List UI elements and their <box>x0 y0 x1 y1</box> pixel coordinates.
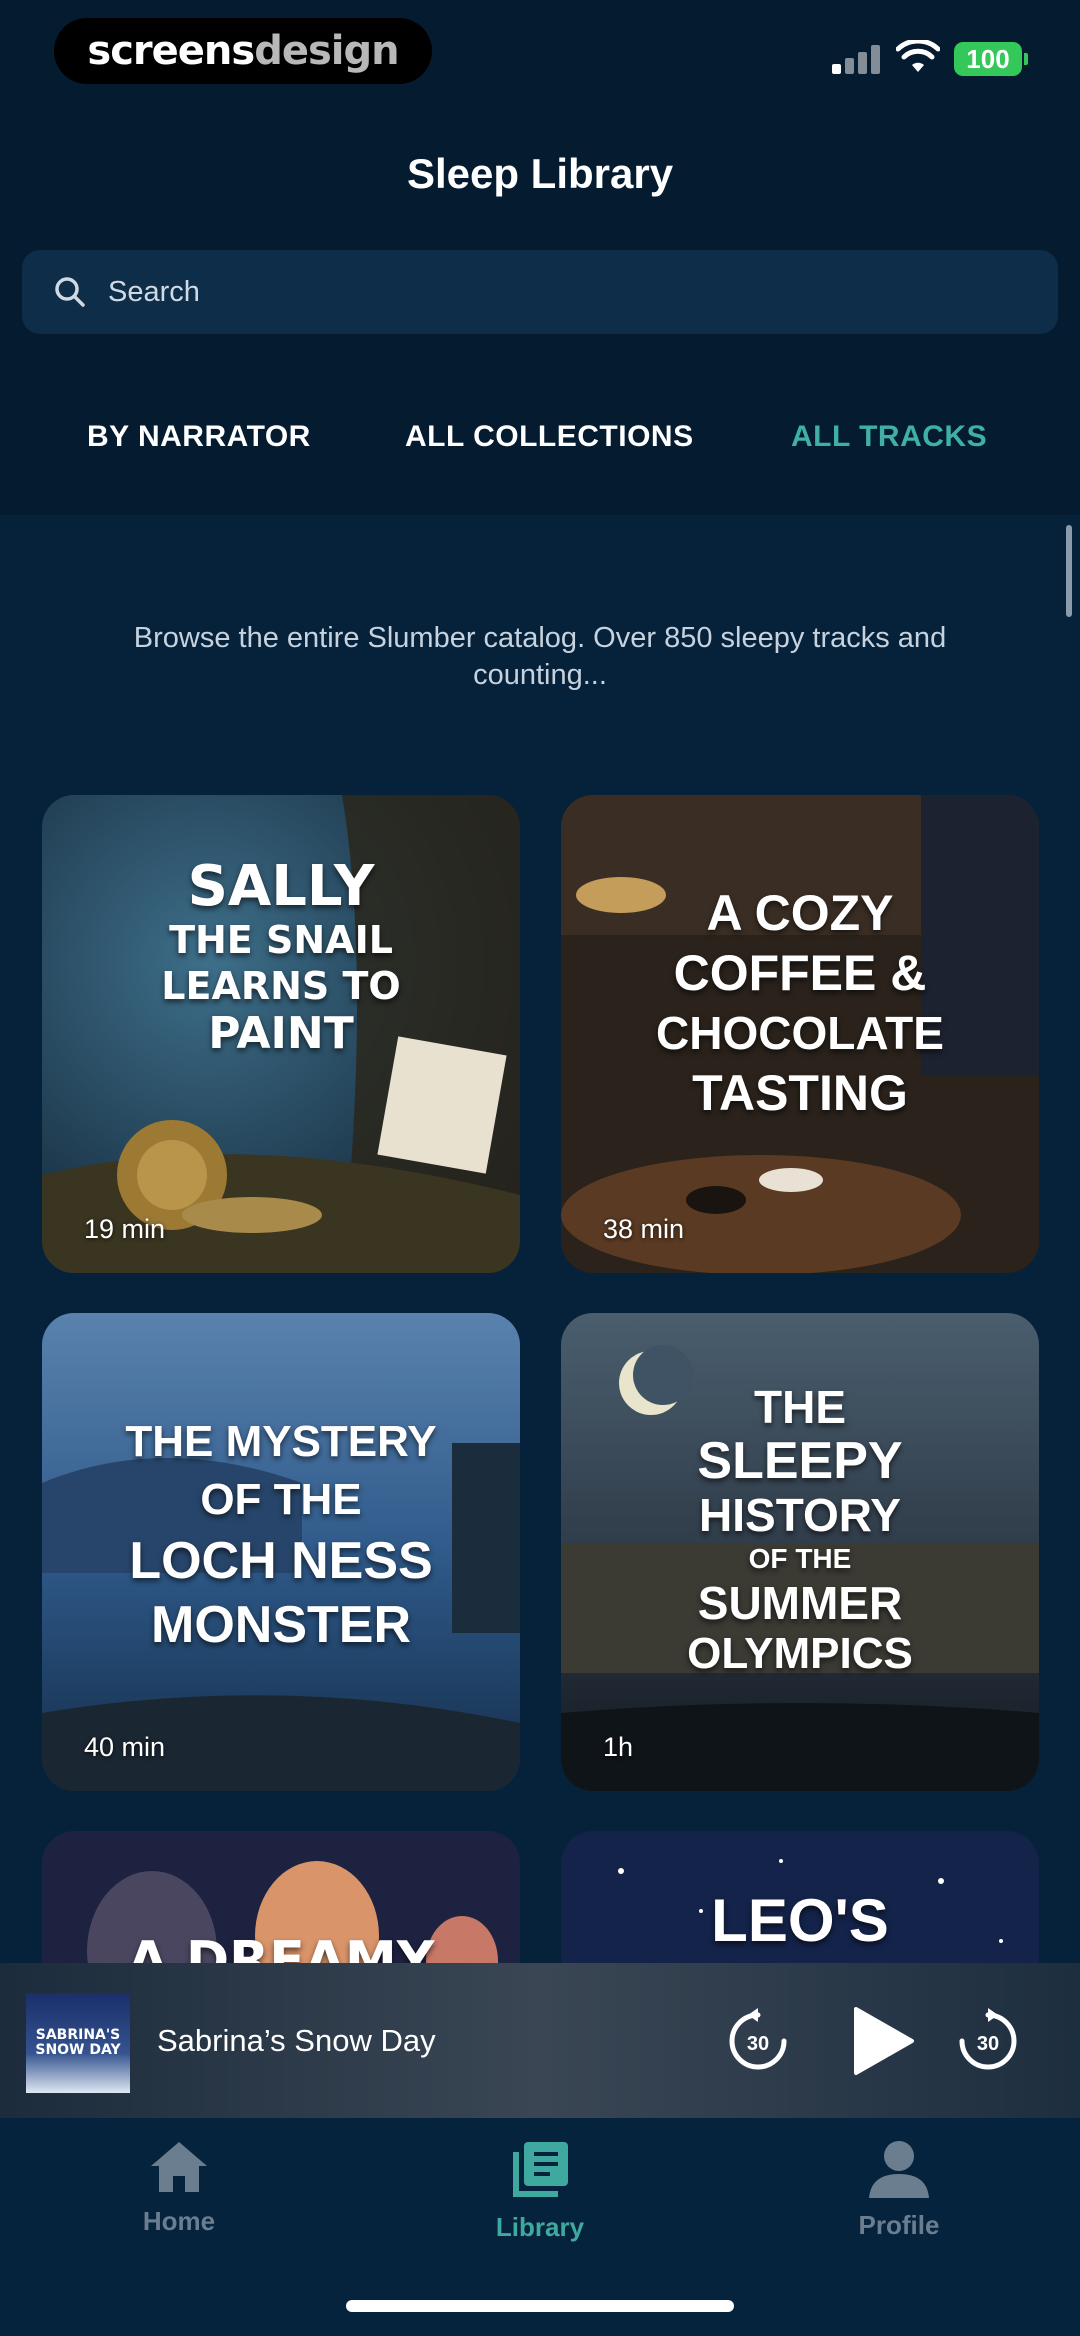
nav-home-label: Home <box>142 2206 216 2236</box>
track-title-line: of the <box>748 1543 852 1574</box>
nav-library-label: Library <box>495 2212 585 2242</box>
home-indicator <box>346 2300 734 2312</box>
home-icon <box>151 2142 207 2192</box>
track-card-sally[interactable]: Sally the Snail Learns to Paint 19 min <box>42 795 520 1273</box>
brand-text-a: screens <box>87 28 255 74</box>
tab-all-tracks[interactable]: ALL TRACKS <box>791 420 987 454</box>
brand-text-b: design <box>254 28 399 74</box>
rewind-seconds: 30 <box>747 2033 769 2055</box>
nav-profile[interactable]: Profile <box>799 2138 999 2241</box>
page-title: Sleep Library <box>406 150 674 197</box>
track-duration: 38 min <box>603 1214 685 1244</box>
track-card-olympics[interactable]: The Sleepy History of the Summer Olympic… <box>561 1313 1039 1791</box>
track-title-line: the Snail <box>169 918 393 962</box>
profile-icon <box>869 2141 929 2198</box>
track-card-dreamy[interactable]: A Dreamy <box>42 1831 520 1965</box>
track-title-line: History <box>699 1489 901 1541</box>
track-duration: 1h <box>603 1732 634 1762</box>
tab-by-narrator[interactable]: BY NARRATOR <box>87 420 311 454</box>
mini-player[interactable]: SABRINA'S SNOW DAY Sabrina’s Snow Day 30… <box>0 1963 1080 2118</box>
track-title-line: Sally <box>187 854 375 919</box>
search-bar[interactable] <box>22 250 1058 334</box>
search-input[interactable] <box>108 275 1008 309</box>
track-title: Sally the Snail Learns to Paint <box>62 857 500 1059</box>
track-title-line: Chocolate <box>656 1007 944 1059</box>
wifi-icon <box>896 40 940 72</box>
library-icon <box>513 2142 568 2197</box>
track-title-line: Paint <box>208 1008 354 1059</box>
search-icon <box>55 277 85 307</box>
status-bar: screens design 100 <box>0 0 1080 110</box>
nav-library[interactable]: Library <box>440 2138 640 2243</box>
nav-profile-label: Profile <box>858 2210 940 2240</box>
play-icon[interactable] <box>840 2001 920 2081</box>
track-card-coffee[interactable]: A Cozy Coffee & Chocolate Tasting 38 min <box>561 795 1039 1273</box>
tab-bar-top: BY NARRATOR ALL COLLECTIONS ALL TRACKS <box>0 410 1080 490</box>
track-title-line: Summer <box>697 1577 903 1629</box>
track-title-line: of the <box>200 1475 362 1524</box>
nav-home[interactable]: Home <box>79 2138 279 2237</box>
cellular-signal-icon <box>832 44 882 74</box>
track-title-line: Tasting <box>692 1065 908 1121</box>
tab-all-collections[interactable]: ALL COLLECTIONS <box>405 420 694 454</box>
scrollbar[interactable] <box>1066 525 1072 617</box>
track-title: A Dreamy <box>127 1931 435 1965</box>
track-title: The Mystery of the Loch Ness Monster <box>62 1413 500 1657</box>
track-card-loch-ness[interactable]: The Mystery of the Loch Ness Monster 40 … <box>42 1313 520 1791</box>
header: Sleep Library BY NARRATOR ALL COLLECTION… <box>0 110 1080 515</box>
track-card-leos[interactable]: Leo's <box>561 1831 1039 1965</box>
battery-icon: 100 <box>954 42 1028 76</box>
track-title-line: Coffee & <box>673 945 927 1001</box>
track-duration: 19 min <box>84 1214 166 1244</box>
track-title-line: Sleepy <box>697 1432 903 1490</box>
intro-text: Browse the entire Slumber catalog. Over … <box>133 622 947 691</box>
now-playing-title: Sabrina’s Snow Day <box>157 2023 436 2058</box>
forward-30-icon[interactable]: 30 <box>952 2005 1024 2077</box>
now-playing-artwork: SABRINA'S SNOW DAY <box>26 1993 130 2093</box>
track-title: A Cozy Coffee & Chocolate Tasting <box>581 883 1019 1123</box>
track-title-line: Learns to <box>161 964 401 1008</box>
track-title-line: Monster <box>151 1596 411 1654</box>
forward-seconds: 30 <box>977 2033 999 2055</box>
rewind-30-icon[interactable]: 30 <box>722 2005 794 2077</box>
track-title-line: The <box>754 1381 846 1433</box>
track-list[interactable]: Browse the entire Slumber catalog. Over … <box>0 515 1080 1965</box>
track-title-line: Loch Ness <box>129 1532 433 1590</box>
battery-level: 100 <box>966 43 1010 74</box>
track-title: The Sleepy History of the Summer Olympic… <box>581 1381 1019 1679</box>
track-title: Leo's <box>711 1887 889 1954</box>
track-title-line: A Cozy <box>706 885 894 941</box>
track-title-line: Olympics <box>687 1629 913 1678</box>
brand-logo: screens design <box>54 18 432 84</box>
track-title-line: The Mystery <box>125 1417 437 1466</box>
track-duration: 40 min <box>84 1732 166 1762</box>
